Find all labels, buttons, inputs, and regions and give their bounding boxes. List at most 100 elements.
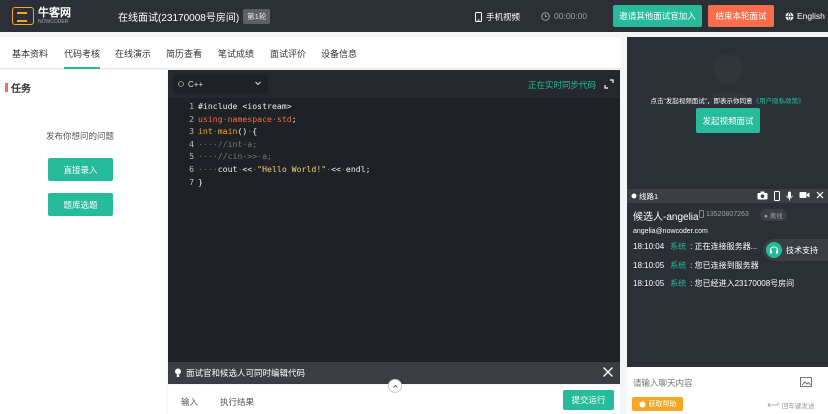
microphone-icon[interactable] [786, 191, 793, 201]
status-badge: ● 离线 [760, 209, 787, 221]
message-sender: 系统 [670, 279, 687, 288]
candidate-name: 候选人-angelia [633, 212, 699, 223]
direct-entry-button[interactable]: 直接录入 [48, 158, 113, 181]
code-line: 6 ····cout·<<·"Hello World!"·<<·endl; [168, 163, 620, 176]
start-video-button[interactable]: 发起视频面试 [696, 108, 760, 133]
close-icon[interactable] [602, 366, 614, 378]
privacy-policy-link[interactable]: 《用户隐私政策》 [753, 98, 805, 105]
task-panel: 任务 发布你想问的问题 直接录入 题库选题 [0, 70, 167, 414]
clock-icon [541, 11, 550, 21]
side-panel: 点击"发起视频面试"，即表示你同意《用户隐私政策》 发起视频面试 线路1 候选人… [627, 37, 828, 414]
code-line: 7} [168, 176, 620, 189]
chevron-down-icon [255, 81, 261, 86]
mobile-video-button[interactable]: 手机视频 [475, 11, 545, 23]
logo-icon [12, 7, 34, 25]
tab-run-result[interactable]: 执行结果 [220, 396, 254, 408]
get-help-button[interactable]: 获取帮助 [632, 397, 683, 411]
tab-resume[interactable]: 简历查看 [166, 47, 202, 60]
logo[interactable]: 牛客网 NOWCODER [12, 7, 92, 25]
message-text: 您已经进入23170008号房间 [694, 279, 795, 288]
task-marker [5, 83, 8, 92]
logo-name: 牛客网 [38, 6, 71, 19]
circle-icon [178, 81, 184, 87]
timer-value: 00:00:00 [554, 11, 588, 21]
message-text: 您已连接到服务器 [694, 261, 759, 270]
line-label: 线路1 [639, 191, 659, 201]
language-value: C++ [188, 79, 204, 89]
fullscreen-icon[interactable] [604, 79, 614, 89]
message-sender: 系统 [670, 261, 687, 270]
phone-small-icon [699, 210, 704, 218]
code-line: 1 #include <iostream> [168, 100, 620, 113]
enter-key-icon [767, 402, 779, 408]
tab-online-demo[interactable]: 在线演示 [115, 47, 151, 60]
globe-icon [785, 11, 794, 21]
phone-icon [475, 12, 482, 22]
mobile-icon[interactable] [774, 191, 780, 201]
line-number: 3 [189, 126, 194, 137]
tab-device-info[interactable]: 设备信息 [321, 47, 357, 60]
tab-code-assessment[interactable]: 代码考核 [64, 47, 101, 69]
task-hint: 发布你想问的问题 [45, 131, 114, 141]
sync-status: 正在实时同步代码 [528, 80, 597, 90]
code-line: 4 ····//int·a; [168, 138, 620, 151]
end-round-button[interactable]: 结束本轮面试 [708, 5, 774, 27]
message-time: 18:10:04 [633, 242, 665, 251]
status-badge-label: 离线 [769, 213, 783, 220]
line-number: 5 [189, 151, 194, 162]
message-time: 18:10:05 [633, 261, 665, 270]
chat-input[interactable] [633, 373, 783, 393]
mobile-video-label: 手机视频 [486, 12, 521, 22]
chat-message: 18:10:05 系统: 您已连接到服务器 [633, 261, 759, 270]
tech-support-button[interactable]: 技术支持 [763, 239, 828, 261]
tech-support-label: 技术支持 [786, 245, 818, 255]
interview-timer: 00:00:00 [541, 11, 606, 21]
image-icon[interactable] [800, 377, 812, 387]
enter-send-label: 回车键发送 [782, 403, 815, 410]
main-tabs: 基本资料 代码考核 在线演示 简历查看 笔试成绩 面试评价 设备信息 [0, 37, 621, 69]
chat-message: 18:10:04 系统: 正在连接服务器... [633, 242, 758, 251]
invite-interviewer-button[interactable]: 邀请其他面试官加入 [613, 5, 702, 27]
video-hint-text: 点击"发起视频面试"，即表示你同意 [650, 98, 753, 105]
code-line: 2 using·namespace·std; [168, 113, 620, 126]
headset-icon [766, 242, 782, 258]
message-text: 正在连接服务器... [694, 242, 758, 251]
video-camera-icon[interactable] [799, 191, 810, 199]
video-consent-hint: 点击"发起视频面试"，即表示你同意《用户隐私政策》 [627, 95, 828, 105]
tab-input[interactable]: 输入 [181, 396, 198, 408]
code-editor[interactable]: C++ 正在实时同步代码 1 #include <iostream> 2 using… [168, 70, 620, 362]
chat-area: 候选人-angelia 13520807263 ● 离线 angelia@now… [627, 203, 828, 363]
chat-input-area: 获取帮助 回车键发送 [627, 367, 828, 414]
top-bar: 牛客网 NOWCODER 在线面试(23170008号房间) 第1轮 手机视频 … [0, 0, 828, 32]
candidate-email: angelia@nowcoder.com [633, 228, 708, 235]
line-number: 2 [189, 113, 194, 124]
tab-evaluation[interactable]: 面试评价 [270, 47, 306, 60]
line-number: 6 [189, 163, 194, 174]
collapse-toggle[interactable] [388, 379, 402, 393]
lightbulb-icon [175, 368, 181, 377]
camera-icon[interactable] [757, 191, 768, 200]
line-selector[interactable]: 线路1 [631, 191, 658, 202]
tab-basic-info[interactable]: 基本资料 [12, 47, 48, 60]
task-header: 任务 [5, 80, 31, 95]
code-line: 5 ····//cin·>>·a; [168, 150, 620, 163]
get-help-label: 获取帮助 [648, 401, 677, 408]
video-area: 点击"发起视频面试"，即表示你同意《用户隐私政策》 发起视频面试 [627, 37, 828, 187]
language-switch[interactable]: English [785, 11, 828, 21]
message-sender: 系统 [670, 242, 687, 251]
submit-run-button[interactable]: 提交运行 [563, 390, 614, 410]
line-number: 7 [189, 176, 194, 187]
enter-send-hint: 回车键发送 [767, 400, 815, 410]
language-select[interactable]: C++ [173, 75, 268, 93]
question-bank-button[interactable]: 题库选题 [48, 193, 113, 216]
editor-footer-note: 面试官和候选人可同时编辑代码 [186, 368, 306, 378]
message-time: 18:10:05 [633, 279, 665, 288]
line-number: 1 [189, 101, 194, 111]
logo-subtitle: NOWCODER [38, 18, 69, 25]
collapse-icon[interactable] [816, 191, 824, 199]
tab-written-test[interactable]: 笔试成绩 [218, 47, 254, 60]
code-content[interactable]: 1 #include <iostream> 2 using·namespace·st… [168, 100, 620, 188]
help-icon [639, 401, 645, 407]
room-title: 在线面试(23170008号房间) [118, 12, 240, 24]
round-badge: 第1轮 [243, 8, 271, 24]
